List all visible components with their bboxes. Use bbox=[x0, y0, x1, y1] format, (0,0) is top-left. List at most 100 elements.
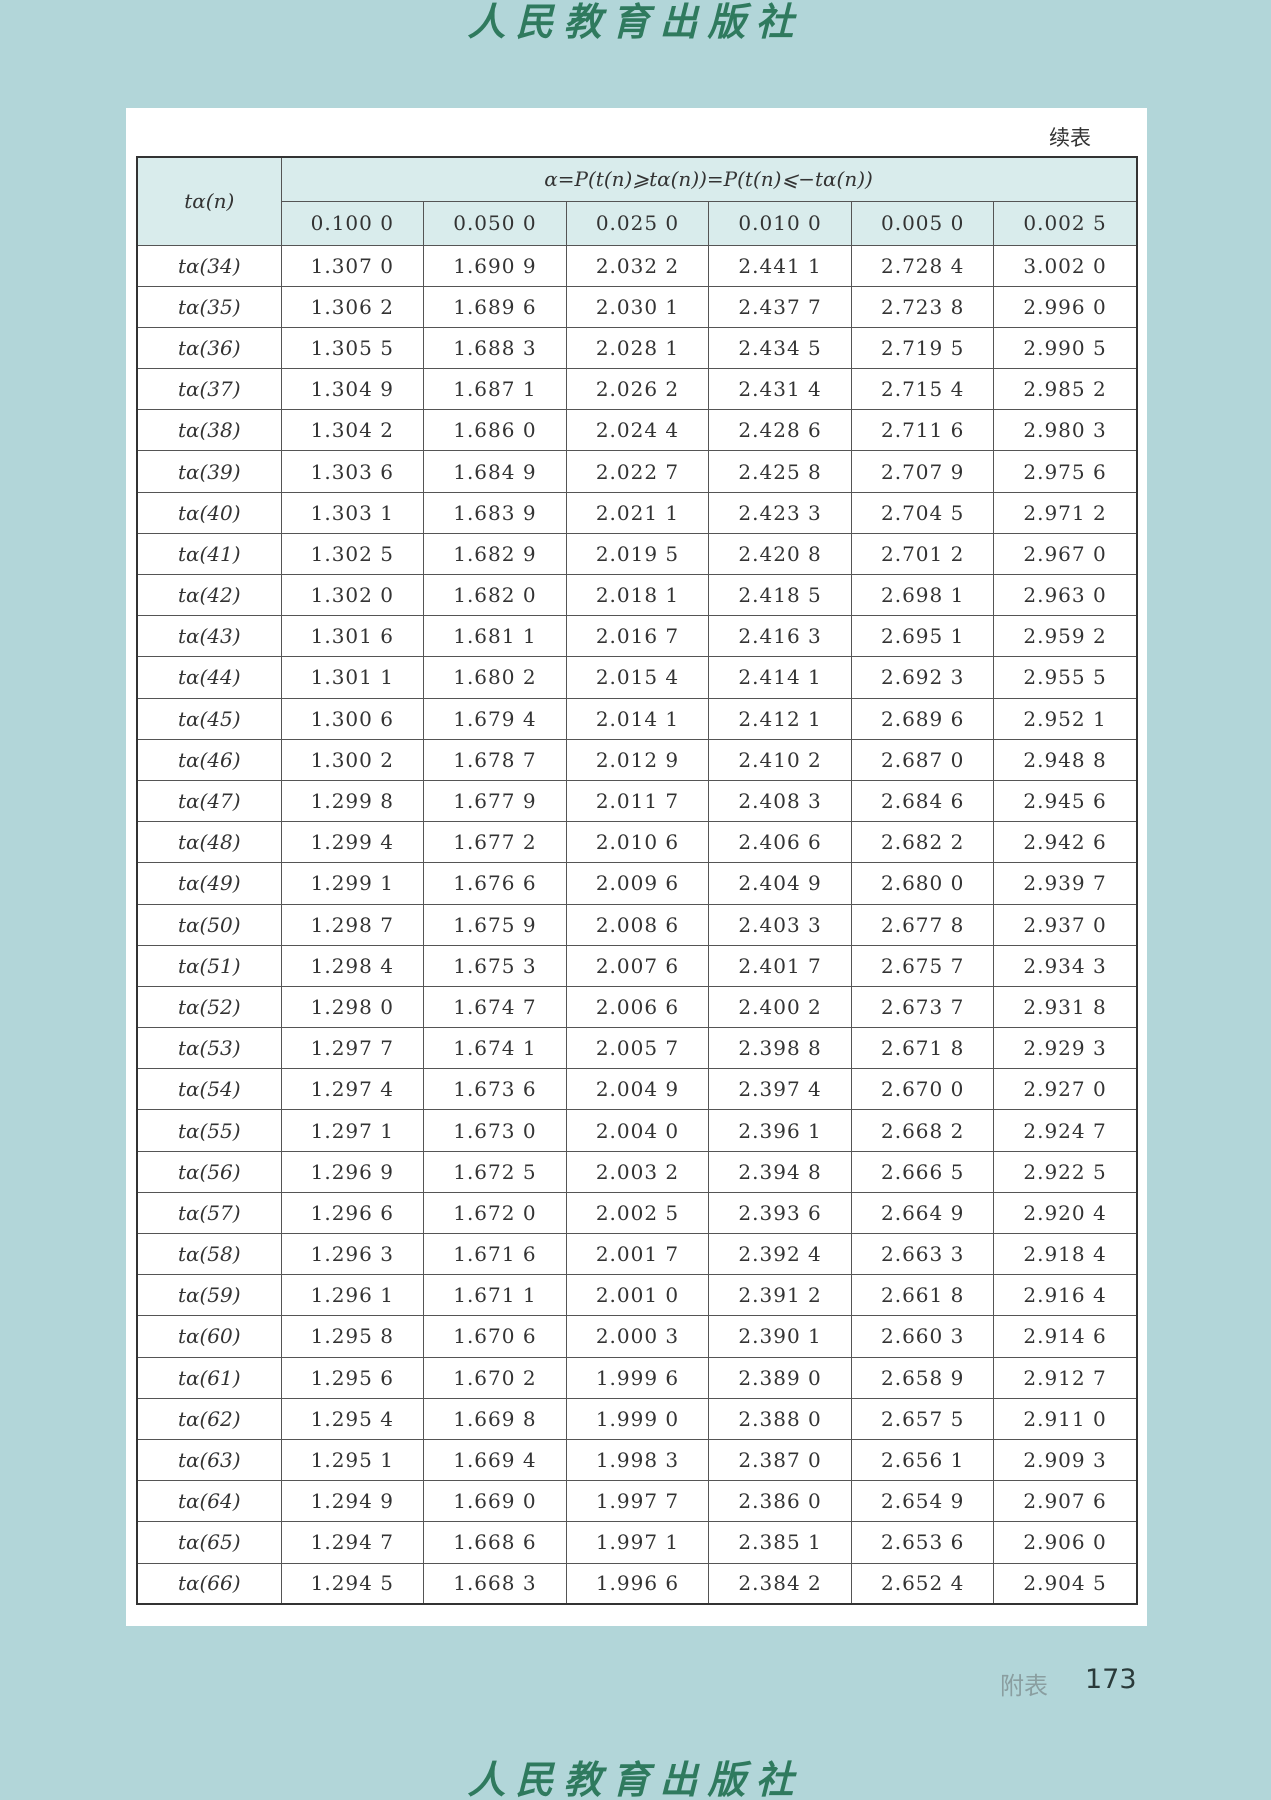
table-cell: 1.670 6 bbox=[423, 1315, 567, 1358]
table-cell: 2.922 5 bbox=[993, 1150, 1138, 1193]
table-cell: 2.030 1 bbox=[565, 285, 710, 328]
table-cell: 2.441 1 bbox=[708, 244, 852, 287]
alpha-header-cell: 0.010 0 bbox=[708, 200, 852, 246]
row-label: tα(59) bbox=[136, 1274, 282, 1317]
alpha-header-cell: 0.100 0 bbox=[280, 200, 425, 246]
table-row: tα(63) 1.295 1 1.669 4 1.998 3 2.387 0 2.656 … bbox=[136, 1438, 1138, 1482]
table-cell: 1.997 7 bbox=[565, 1480, 710, 1523]
table-cell: 2.929 3 bbox=[993, 1027, 1138, 1070]
row-label: tα(66) bbox=[136, 1562, 282, 1605]
table-cell: 1.295 4 bbox=[280, 1397, 425, 1440]
row-label: tα(40) bbox=[136, 491, 282, 534]
table-cell: 1.299 8 bbox=[280, 779, 425, 823]
row-label: tα(61) bbox=[136, 1356, 282, 1399]
table-row: tα(47) 1.299 8 1.677 9 2.011 7 2.408 3 2.684 … bbox=[136, 779, 1138, 823]
table-cell: 2.728 4 bbox=[850, 244, 995, 287]
table-cell: 2.971 2 bbox=[993, 491, 1138, 534]
table-cell: 1.672 0 bbox=[423, 1191, 567, 1235]
table-cell: 2.668 2 bbox=[850, 1109, 995, 1152]
table-cell: 2.654 9 bbox=[850, 1480, 995, 1523]
table-cell: 2.996 0 bbox=[993, 285, 1138, 328]
table-cell: 2.021 1 bbox=[565, 491, 710, 534]
table-cell: 2.394 8 bbox=[708, 1150, 852, 1193]
table-cell: 2.028 1 bbox=[565, 326, 710, 370]
table-cell: 1.294 9 bbox=[280, 1480, 425, 1523]
table-row: tα(38) 1.304 2 1.686 0 2.024 4 2.428 6 2.711 … bbox=[136, 409, 1138, 452]
table-cell: 1.304 2 bbox=[280, 409, 425, 452]
table-cell: 1.690 9 bbox=[423, 244, 567, 287]
table-cell: 1.302 5 bbox=[280, 532, 425, 576]
alpha-header-cell: 0.002 5 bbox=[993, 200, 1138, 246]
table-row: tα(35) 1.306 2 1.689 6 2.030 1 2.437 7 2.723 … bbox=[136, 285, 1138, 328]
table-cell: 2.016 7 bbox=[565, 615, 710, 658]
table-cell: 1.681 1 bbox=[423, 615, 567, 658]
table-row: tα(57) 1.296 6 1.672 0 2.002 5 2.393 6 2.664 … bbox=[136, 1191, 1138, 1235]
table-cell: 2.680 0 bbox=[850, 862, 995, 905]
page-number: 173 bbox=[1085, 1664, 1137, 1695]
table-cell: 1.682 0 bbox=[423, 573, 567, 617]
table-row: tα(55) 1.297 1 1.673 0 2.004 0 2.396 1 2.668 … bbox=[136, 1109, 1138, 1152]
table-cell: 2.012 9 bbox=[565, 738, 710, 781]
table-cell: 2.698 1 bbox=[850, 573, 995, 617]
table-cell: 1.689 6 bbox=[423, 285, 567, 328]
table-cell: 2.019 5 bbox=[565, 532, 710, 576]
table-row: tα(53) 1.297 7 1.674 1 2.005 7 2.398 8 2.671 … bbox=[136, 1027, 1138, 1070]
table-row: tα(65) 1.294 7 1.668 6 1.997 1 2.385 1 2.653 … bbox=[136, 1521, 1138, 1564]
table-cell: 1.299 4 bbox=[280, 821, 425, 864]
table-cell: 1.670 2 bbox=[423, 1356, 567, 1399]
table-cell: 2.022 7 bbox=[565, 450, 710, 493]
table-cell: 1.677 2 bbox=[423, 821, 567, 864]
table-cell: 1.298 7 bbox=[280, 903, 425, 946]
table-cell: 1.295 8 bbox=[280, 1315, 425, 1358]
table-cell: 2.927 0 bbox=[993, 1068, 1138, 1111]
corner-header: tα(n) bbox=[136, 156, 282, 246]
row-label: tα(47) bbox=[136, 779, 282, 823]
row-label: tα(63) bbox=[136, 1438, 282, 1482]
table-cell: 2.396 1 bbox=[708, 1109, 852, 1152]
table-cell: 2.931 8 bbox=[993, 985, 1138, 1029]
table-cell: 2.916 4 bbox=[993, 1274, 1138, 1317]
table-cell: 1.687 1 bbox=[423, 368, 567, 411]
table-cell: 2.682 2 bbox=[850, 821, 995, 864]
table-row: tα(41) 1.302 5 1.682 9 2.019 5 2.420 8 2.701 … bbox=[136, 532, 1138, 576]
table-cell: 2.434 5 bbox=[708, 326, 852, 370]
table-cell: 1.671 1 bbox=[423, 1274, 567, 1317]
table-cell: 1.680 2 bbox=[423, 656, 567, 699]
table-cell: 2.003 2 bbox=[565, 1150, 710, 1193]
publisher-watermark-top: 人民教育出版社 bbox=[467, 0, 804, 44]
table-cell: 1.998 3 bbox=[565, 1438, 710, 1482]
table-row: tα(48) 1.299 4 1.677 2 2.010 6 2.406 6 2.682 … bbox=[136, 821, 1138, 864]
table-cell: 3.002 0 bbox=[993, 244, 1138, 287]
table-cell: 2.673 7 bbox=[850, 985, 995, 1029]
table-cell: 2.719 5 bbox=[850, 326, 995, 370]
table-cell: 2.934 3 bbox=[993, 944, 1138, 987]
table-cell: 2.911 0 bbox=[993, 1397, 1138, 1440]
table-cell: 2.920 4 bbox=[993, 1191, 1138, 1235]
table-cell: 2.384 2 bbox=[708, 1562, 852, 1605]
table-row: tα(40) 1.303 1 1.683 9 2.021 1 2.423 3 2.704 … bbox=[136, 491, 1138, 534]
row-label: tα(42) bbox=[136, 573, 282, 617]
table-cell: 1.300 2 bbox=[280, 738, 425, 781]
table-cell: 1.673 6 bbox=[423, 1068, 567, 1111]
table-cell: 1.683 9 bbox=[423, 491, 567, 534]
table-cell: 1.298 4 bbox=[280, 944, 425, 987]
alpha-header-cell: 0.050 0 bbox=[423, 200, 567, 246]
table-cell: 2.904 5 bbox=[993, 1562, 1138, 1605]
table-cell: 2.410 2 bbox=[708, 738, 852, 781]
table-cell: 2.386 0 bbox=[708, 1480, 852, 1523]
table-cell: 2.704 5 bbox=[850, 491, 995, 534]
table-cell: 1.305 5 bbox=[280, 326, 425, 370]
row-label: tα(53) bbox=[136, 1027, 282, 1070]
table-cell: 2.952 1 bbox=[993, 697, 1138, 740]
table-row: tα(56) 1.296 9 1.672 5 2.003 2 2.394 8 2.666 … bbox=[136, 1150, 1138, 1193]
table-cell: 1.688 3 bbox=[423, 326, 567, 370]
table-cell: 2.388 0 bbox=[708, 1397, 852, 1440]
alpha-span-header: α=P(t(n)⩾tα(n))=P(t(n)⩽−tα(n)) bbox=[280, 156, 1138, 202]
table-cell: 2.005 7 bbox=[565, 1027, 710, 1070]
table-cell: 2.007 6 bbox=[565, 944, 710, 987]
row-label: tα(41) bbox=[136, 532, 282, 576]
table-cell: 2.406 6 bbox=[708, 821, 852, 864]
table-cell: 2.000 3 bbox=[565, 1315, 710, 1358]
table-cell: 2.416 3 bbox=[708, 615, 852, 658]
table-cell: 1.996 6 bbox=[565, 1562, 710, 1605]
